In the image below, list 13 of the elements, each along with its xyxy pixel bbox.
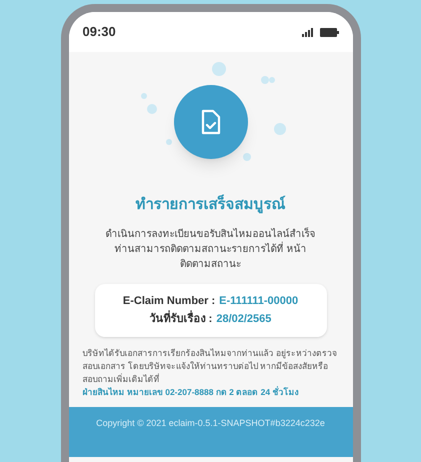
claim-value: 28/02/2565 [216,312,272,327]
success-title: ทำรายการเสร็จสมบูรณ์ [136,194,286,216]
success-message: ดำเนินการลงทะเบียนขอรับสินไหมออนไลน์สำเร็จ ท่านสามารถติดตามสถานะรายการได้ที่ หน้าติดตามสถานะ [104,226,316,272]
claim-value: E-111111-00000 [219,294,298,308]
signal-icon [302,28,314,36]
claim-label: วันที่รับเรื่อง : [150,311,212,328]
battery-icon [320,28,338,36]
status-time: 09:30 [82,23,116,42]
document-check-icon [200,109,222,135]
notice-text: บริษัทได้รับเอกสารการเรียกร้องสินไหมจากท่านแล้ว อยู่ระหว่างตรวจสอบเอกสาร โดยบริษัทจะแจ้งให้ท่านทราบต่อไป หากมีข้อสงสัยหรือสอบถามเพิ่มเติมได้ที่ [82,346,338,386]
claim-label: E-Claim Number : [122,294,216,308]
copyright-text: Copyright © 2021 eclaim-0.5.1-SNAPSHOT#b3224c232e [96,416,325,430]
contact-text: ฝ่ายสินไหม หมายเลข 02-207-8888 กด 2 ตลอด 24 ชั่วโมง [82,386,300,398]
